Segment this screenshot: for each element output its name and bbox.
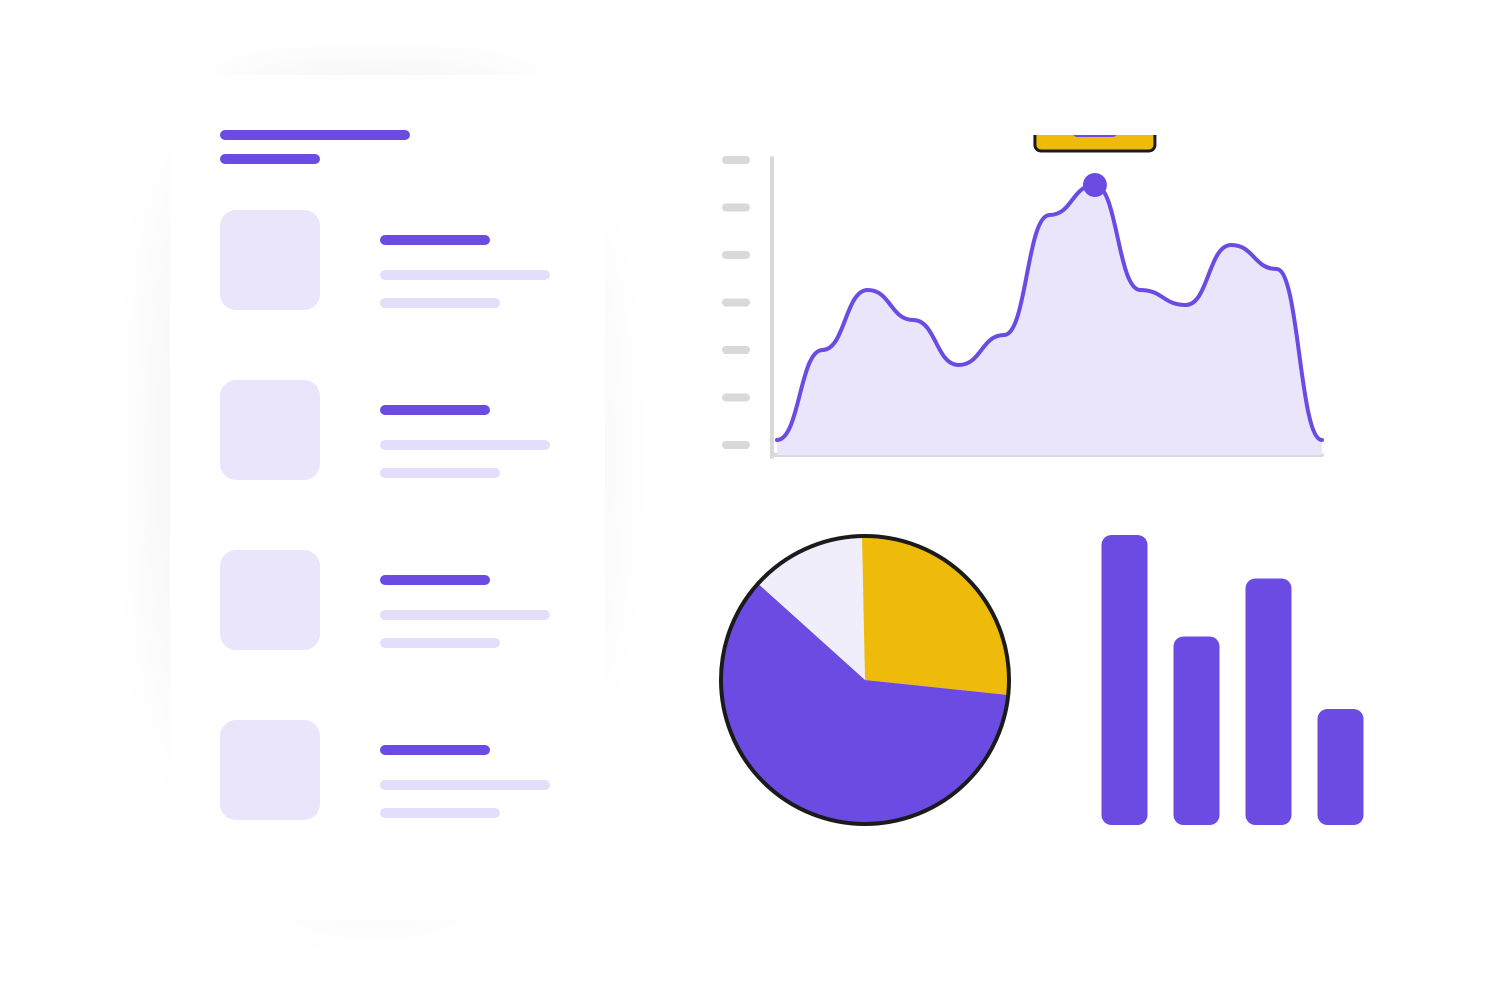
area-chart-fill: [777, 185, 1322, 455]
list-item-thumb: [220, 380, 320, 480]
area-chart-tick: [722, 156, 750, 164]
list-item-title: [380, 745, 490, 755]
bar: [1102, 535, 1148, 825]
bar-chart-svg: [1095, 525, 1370, 825]
list-item-line: [380, 270, 550, 280]
area-chart-tick: [722, 251, 750, 259]
list-item-line: [380, 808, 500, 818]
card-title-line-2: [220, 154, 320, 164]
area-chart-tick: [722, 299, 750, 307]
area-chart-tick: [722, 346, 750, 354]
bar: [1174, 637, 1220, 826]
pie-chart-svg: [715, 530, 1015, 830]
list-item-line: [380, 610, 550, 620]
list-card-inner: [220, 130, 555, 890]
area-chart-tick: [722, 441, 750, 449]
area-chart-point: [1083, 173, 1107, 197]
pie-chart: [715, 530, 1015, 830]
list-card: [170, 75, 605, 920]
bar-chart: [1095, 525, 1370, 825]
list-item-thumb: [220, 720, 320, 820]
area-chart-tick: [722, 394, 750, 402]
area-chart-svg: [692, 135, 1332, 465]
area-chart-tooltip-label: [1073, 135, 1117, 137]
area-chart: [692, 135, 1332, 465]
bar: [1318, 709, 1364, 825]
area-chart-tooltip: [1035, 135, 1155, 151]
bar: [1246, 579, 1292, 826]
list-item-line: [380, 780, 550, 790]
list-item-line: [380, 298, 500, 308]
list-item-title: [380, 405, 490, 415]
card-title-line-1: [220, 130, 410, 140]
list-item-title: [380, 575, 490, 585]
list-item-line: [380, 468, 500, 478]
list-item-line: [380, 638, 500, 648]
pie-slice: [862, 536, 1009, 695]
area-chart-tick: [722, 204, 750, 212]
list-item-title: [380, 235, 490, 245]
list-item-thumb: [220, 550, 320, 650]
canvas: [80, 40, 1420, 960]
list-item-line: [380, 440, 550, 450]
list-item-thumb: [220, 210, 320, 310]
